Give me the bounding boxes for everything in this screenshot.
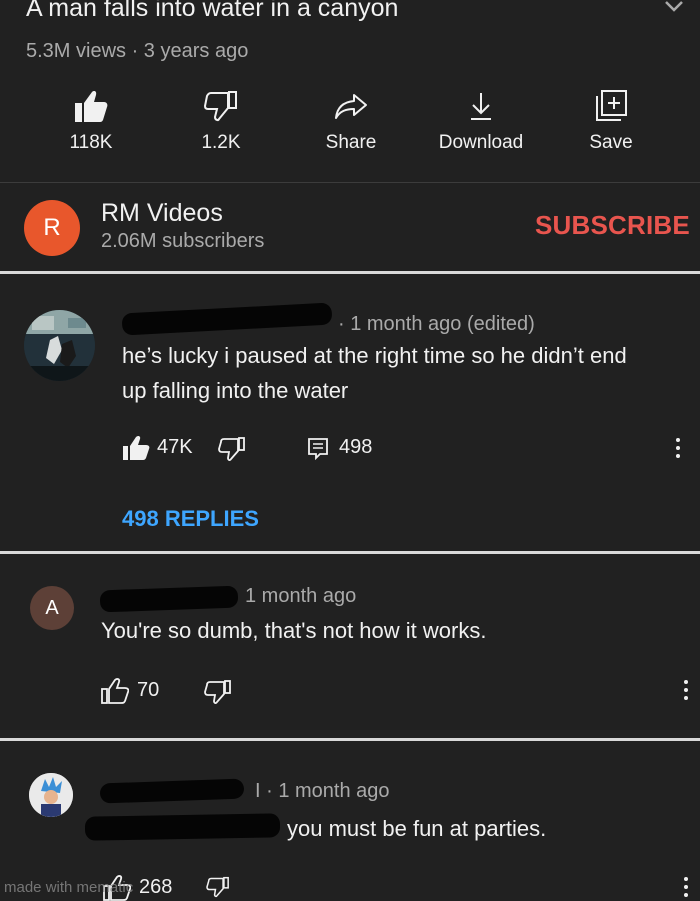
thumbs-down-icon[interactable]	[204, 679, 232, 705]
redacted-username	[99, 585, 239, 613]
view-replies-button[interactable]: 498 REPLIES	[122, 506, 259, 532]
reply-icon[interactable]	[306, 436, 330, 460]
comment-like-count: 47K	[157, 436, 193, 458]
comment-text: you must be fun at parties.	[287, 816, 547, 841]
like-button[interactable]: 118K	[36, 88, 146, 154]
thumbs-up-icon[interactable]	[101, 678, 129, 704]
save-playlist-icon	[596, 90, 627, 121]
comment-text: he’s lucky i paused at the right time so…	[122, 343, 627, 368]
watermark: made with mematic	[4, 879, 134, 896]
comment-like-count: 268	[139, 876, 173, 898]
divider	[0, 271, 700, 274]
comment-like-count: 70	[137, 679, 160, 701]
thumbs-down-icon[interactable]	[218, 436, 246, 462]
share-button[interactable]: Share	[296, 88, 406, 154]
thumbs-down-icon[interactable]	[204, 876, 232, 898]
share-icon	[335, 94, 367, 119]
download-button[interactable]: Download	[426, 88, 536, 154]
comment-meta: 1 month ago	[245, 585, 357, 607]
comment-avatar[interactable]	[24, 310, 95, 381]
more-options-icon[interactable]	[675, 434, 681, 462]
more-options-icon[interactable]	[683, 676, 689, 704]
channel-name[interactable]: RM Videos	[101, 199, 223, 228]
dislike-count: 1.2K	[201, 132, 241, 153]
thumbs-down-icon	[203, 91, 237, 122]
thumbs-up-filled-icon	[75, 91, 108, 122]
comment-meta: · 1 month ago (edited)	[338, 313, 535, 335]
user-photo-icon	[24, 310, 95, 381]
video-title: A man falls into water in a canyon	[26, 0, 399, 22]
comment-text: up falling into the water	[122, 378, 349, 403]
chevron-down-icon[interactable]	[660, 0, 688, 20]
video-meta: 5.3M views · 3 years ago	[26, 40, 249, 62]
comment-reply-count: 498	[339, 436, 373, 458]
redacted-mention	[84, 813, 281, 841]
save-label: Save	[589, 132, 633, 153]
download-icon	[471, 93, 491, 120]
redacted-username	[121, 302, 333, 336]
divider	[0, 182, 700, 183]
subscribe-button[interactable]: SUBSCRIBE	[535, 210, 690, 241]
like-count: 118K	[69, 132, 113, 153]
comment-text: You're so dumb, that's not how it works.	[101, 618, 487, 643]
save-button[interactable]: Save	[556, 88, 666, 154]
redacted-username	[99, 778, 245, 804]
comment-avatar[interactable]: A	[30, 586, 74, 630]
divider	[0, 551, 700, 554]
user-photo-icon	[29, 773, 73, 817]
channel-subscribers: 2.06M subscribers	[101, 230, 265, 252]
comment-avatar[interactable]	[29, 773, 73, 817]
thumbs-up-filled-icon[interactable]	[122, 435, 150, 461]
dislike-button[interactable]: 1.2K	[166, 88, 276, 154]
channel-avatar[interactable]: R	[24, 200, 80, 256]
download-label: Download	[438, 132, 524, 153]
divider	[0, 738, 700, 741]
share-label: Share	[325, 132, 377, 153]
comment-meta: I · 1 month ago	[255, 780, 390, 802]
